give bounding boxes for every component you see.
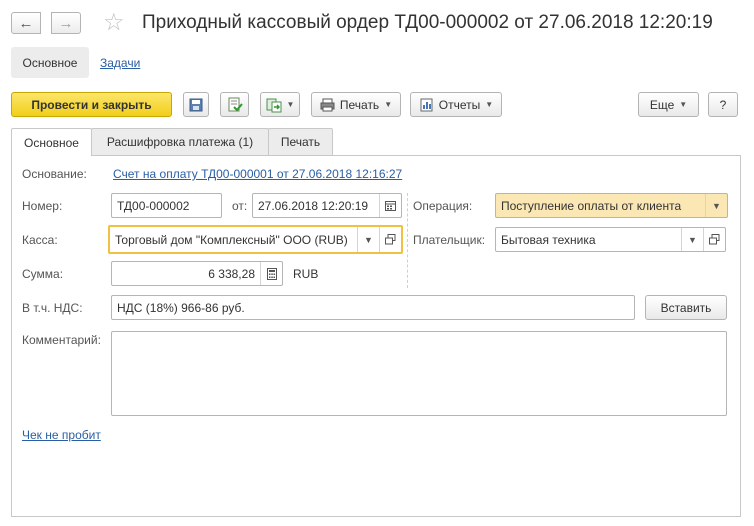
payer-label: Плательщик: (413, 233, 486, 247)
reports-button[interactable]: Отчеты ▼ (410, 92, 502, 117)
calendar-icon (385, 201, 396, 211)
post-document-icon (228, 97, 243, 111)
arrow-right-icon: → (58, 14, 74, 32)
cash-open-button[interactable] (379, 227, 401, 252)
cash-value: Торговый дом "Комплексный" ООО (RUB) (115, 232, 348, 247)
operation-dropdown-button[interactable]: ▼ (705, 194, 727, 217)
payer-value: Бытовая техника (501, 232, 596, 247)
post-and-close-button[interactable]: Провести и закрыть (11, 92, 172, 117)
post-button[interactable] (220, 92, 249, 117)
sum-label: Сумма: (22, 267, 64, 281)
forward-button[interactable]: → (51, 12, 81, 34)
date-label: от: (232, 199, 248, 213)
cash-field[interactable]: Торговый дом "Комплексный" ООО (RUB) ▼ (108, 225, 403, 254)
chevron-down-icon: ▼ (364, 234, 373, 245)
printer-icon (320, 98, 335, 111)
column-divider (407, 193, 408, 288)
reports-icon (420, 98, 433, 111)
basis-document-link[interactable]: Счет на оплату ТД00-000001 от 27.06.2018… (113, 167, 402, 181)
chevron-down-icon: ▼ (712, 200, 721, 211)
create-based-on-icon (266, 98, 282, 112)
sum-field[interactable]: 6 338,28 (111, 261, 283, 286)
print-button[interactable]: Печать ▼ (311, 92, 401, 117)
date-value: 27.06.2018 12:20:19 (258, 198, 369, 213)
help-button[interactable]: ? (708, 92, 738, 117)
cash-label: Касса: (22, 233, 58, 247)
sum-value: 6 338,28 (208, 266, 255, 281)
chevron-down-icon: ▼ (384, 100, 393, 109)
open-window-icon (385, 234, 396, 245)
payer-field[interactable]: Бытовая техника ▼ (495, 227, 726, 252)
vat-value: НДС (18%) 966-86 руб. (117, 300, 245, 315)
operation-label: Операция: (413, 199, 473, 213)
chevron-down-icon: ▼ (688, 234, 697, 245)
calculator-button[interactable] (260, 262, 282, 285)
create-based-on-button[interactable]: ▼ (260, 92, 300, 117)
section-main[interactable]: Основное (11, 47, 89, 78)
section-tasks-link[interactable]: Задачи (100, 56, 140, 70)
chevron-down-icon: ▼ (679, 100, 688, 109)
more-button[interactable]: Еще ▼ (638, 92, 699, 117)
number-label: Номер: (22, 199, 63, 213)
comment-value (112, 332, 726, 336)
vat-label: В т.ч. НДС: (22, 301, 83, 315)
payer-open-button[interactable] (703, 228, 725, 251)
calculator-icon (266, 267, 277, 280)
print-button-label: Печать (339, 97, 380, 112)
receipt-not-printed-link[interactable]: Чек не пробит (22, 428, 101, 442)
tab-payment-details[interactable]: Расшифровка платежа (1) (91, 128, 269, 155)
number-value: ТД00-000002 (117, 198, 190, 213)
more-button-label: Еще (649, 97, 675, 112)
vat-field[interactable]: НДС (18%) 966-86 руб. (111, 295, 635, 320)
open-window-icon (709, 234, 720, 245)
tab-print[interactable]: Печать (268, 128, 333, 155)
insert-button[interactable]: Вставить (645, 295, 727, 320)
chevron-down-icon: ▼ (485, 100, 494, 109)
operation-select[interactable]: Поступление оплаты от клиента ▼ (495, 193, 728, 218)
page-title: Приходный кассовый ордер ТД00-000002 от … (142, 12, 713, 33)
calendar-button[interactable] (379, 194, 401, 217)
chevron-down-icon: ▼ (286, 100, 295, 109)
comment-label: Комментарий: (22, 333, 101, 347)
reports-button-label: Отчеты (438, 97, 481, 112)
back-button[interactable]: ← (11, 12, 41, 34)
favorite-star-icon[interactable]: ☆ (103, 10, 125, 36)
save-button[interactable] (183, 92, 209, 117)
tab-main[interactable]: Основное (11, 128, 92, 156)
date-field[interactable]: 27.06.2018 12:20:19 (252, 193, 402, 218)
comment-textarea[interactable] (111, 331, 727, 416)
number-field[interactable]: ТД00-000002 (111, 193, 222, 218)
operation-value: Поступление оплаты от клиента (501, 198, 682, 213)
basis-label: Основание: (22, 167, 87, 181)
arrow-left-icon: ← (18, 14, 34, 32)
payer-dropdown-button[interactable]: ▼ (681, 228, 703, 251)
currency-label: RUB (293, 267, 319, 281)
save-icon (189, 98, 203, 111)
cash-dropdown-button[interactable]: ▼ (357, 227, 379, 252)
